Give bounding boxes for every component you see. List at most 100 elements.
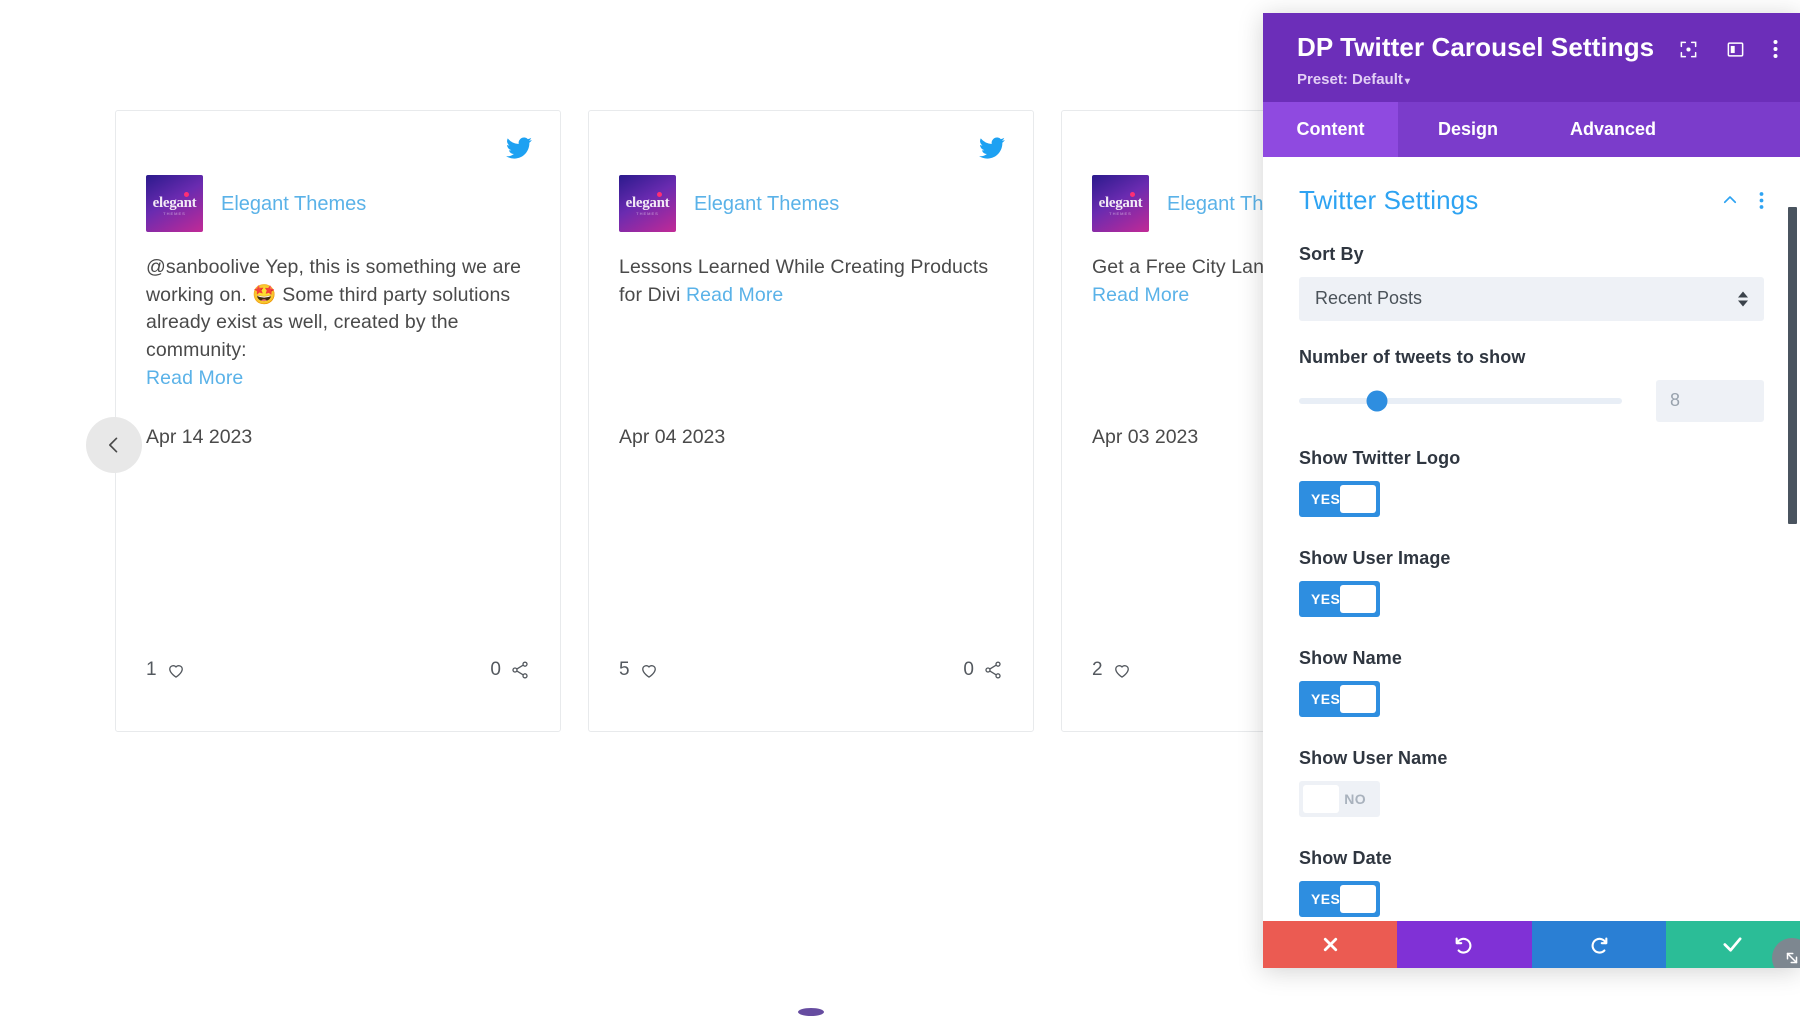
tab-content[interactable]: Content [1263, 102, 1398, 157]
avatar: elegant THEMES [146, 175, 203, 232]
tweet-author-link[interactable]: Elegant Themes [221, 192, 366, 216]
show-user-name-label: Show User Name [1299, 748, 1764, 769]
tweet-date: Apr 03 2023 [1092, 426, 1198, 449]
tab-advanced[interactable]: Advanced [1538, 102, 1688, 157]
avatar-logo-dot [657, 192, 662, 197]
avatar-logo-dot [1130, 192, 1135, 197]
share-icon [510, 660, 530, 680]
toggle-knob [1340, 885, 1376, 913]
modal-header: DP Twitter Carousel Settings Preset: Def… [1263, 13, 1800, 102]
preset-label: Preset: Default [1297, 71, 1403, 88]
like-metric[interactable]: 1 [146, 659, 186, 681]
slider-thumb[interactable] [1366, 390, 1387, 411]
sort-by-label: Sort By [1299, 244, 1764, 265]
like-count: 5 [619, 659, 630, 681]
chevron-down-icon: ▾ [1405, 76, 1410, 87]
number-of-tweets-slider[interactable] [1299, 398, 1622, 404]
module-settings-modal: DP Twitter Carousel Settings Preset: Def… [1263, 13, 1800, 968]
field-sort-by: Sort By Recent Posts [1299, 244, 1764, 321]
heart-icon [1112, 660, 1132, 680]
avatar: elegant THEMES [619, 175, 676, 232]
more-vertical-icon[interactable] [1759, 191, 1764, 210]
modal-scrollbar[interactable] [1788, 207, 1797, 524]
number-of-tweets-label: Number of tweets to show [1299, 347, 1764, 368]
tweet-metrics: 1 0 [146, 659, 530, 681]
avatar-logo-text: elegant [146, 195, 203, 212]
sort-by-select[interactable]: Recent Posts [1299, 277, 1764, 321]
show-date-toggle[interactable]: YES [1299, 881, 1380, 917]
modal-footer [1263, 921, 1800, 968]
cancel-button[interactable] [1263, 921, 1397, 968]
heart-icon [166, 660, 186, 680]
tweet-author-link[interactable]: Elegant Themes [694, 192, 839, 216]
show-user-image-label: Show User Image [1299, 548, 1764, 569]
tweet-author-row: elegant THEMES Elegant Themes [146, 175, 530, 232]
avatar-logo-subtext: THEMES [619, 211, 676, 216]
preset-selector[interactable]: Preset: Default▾ [1297, 71, 1772, 88]
carousel-pagination-dot[interactable] [798, 1008, 824, 1016]
read-more-link[interactable]: Read More [1092, 284, 1189, 306]
tweet-card[interactable]: elegant THEMES Elegant Themes @sanbooliv… [115, 110, 561, 732]
tab-design[interactable]: Design [1398, 102, 1538, 157]
share-icon [983, 660, 1003, 680]
field-show-date: Show Date YES [1299, 848, 1764, 921]
like-count: 2 [1092, 659, 1103, 681]
section-actions [1721, 191, 1764, 210]
toggle-knob [1340, 485, 1376, 513]
field-show-user-name: Show User Name NO [1299, 748, 1764, 822]
avatar-logo-text: elegant [1092, 195, 1149, 212]
show-user-image-toggle[interactable]: YES [1299, 581, 1380, 617]
number-of-tweets-input[interactable] [1656, 380, 1764, 422]
show-twitter-logo-label: Show Twitter Logo [1299, 448, 1764, 469]
share-count: 0 [490, 659, 501, 681]
tweet-text: Lessons Learned While Creating Products … [619, 254, 1003, 309]
show-date-label: Show Date [1299, 848, 1764, 869]
toggle-knob [1340, 585, 1376, 613]
field-number-of-tweets: Number of tweets to show [1299, 347, 1764, 422]
app-root: elegant THEMES Elegant Themes @sanbooliv… [0, 0, 1800, 1016]
tweet-text: @sanboolive Yep, this is something we ar… [146, 254, 530, 392]
read-more-link[interactable]: Read More [686, 284, 783, 306]
field-show-twitter-logo: Show Twitter Logo YES [1299, 448, 1764, 522]
like-count: 1 [146, 659, 157, 681]
toggle-value: NO [1344, 791, 1366, 807]
share-count: 0 [963, 659, 974, 681]
like-metric[interactable]: 2 [1092, 659, 1132, 681]
redo-button[interactable] [1532, 921, 1666, 968]
tweet-card[interactable]: elegant THEMES Elegant Themes Lessons Le… [588, 110, 1034, 732]
chevron-up-icon[interactable] [1721, 191, 1739, 209]
tweet-date: Apr 04 2023 [619, 426, 725, 449]
modal-body: Twitter Settings Sort By Recent Posts [1263, 157, 1800, 921]
focus-target-icon[interactable] [1679, 40, 1698, 59]
tweet-date: Apr 14 2023 [146, 426, 252, 449]
share-metric[interactable]: 0 [963, 659, 1003, 681]
like-metric[interactable]: 5 [619, 659, 659, 681]
tweet-text-content: Lessons Learned While Creating Products … [619, 256, 988, 306]
show-user-name-toggle[interactable]: NO [1299, 781, 1380, 817]
share-metric[interactable]: 0 [490, 659, 530, 681]
heart-icon [639, 660, 659, 680]
section-title: Twitter Settings [1299, 185, 1478, 216]
read-more-link[interactable]: Read More [146, 367, 243, 389]
undo-button[interactable] [1397, 921, 1531, 968]
toggle-value: YES [1311, 591, 1340, 607]
modal-tabs: Content Design Advanced [1263, 102, 1800, 157]
twitter-bird-icon [979, 135, 1005, 161]
twitter-settings-section-header: Twitter Settings [1299, 185, 1764, 216]
tweet-metrics: 5 0 [619, 659, 1003, 681]
more-vertical-icon[interactable] [1773, 39, 1778, 59]
toggle-value: YES [1311, 691, 1340, 707]
sort-by-value: Recent Posts [1315, 288, 1422, 309]
toggle-value: YES [1311, 891, 1340, 907]
show-twitter-logo-toggle[interactable]: YES [1299, 481, 1380, 517]
toggle-knob [1303, 785, 1339, 813]
layout-panel-icon[interactable] [1726, 40, 1745, 59]
select-arrows-icon [1738, 291, 1748, 306]
modal-header-actions [1679, 39, 1778, 59]
show-name-label: Show Name [1299, 648, 1764, 669]
carousel-prev-button[interactable] [86, 417, 142, 473]
toggle-value: YES [1311, 491, 1340, 507]
tweet-author-row: elegant THEMES Elegant Themes [619, 175, 1003, 232]
show-name-toggle[interactable]: YES [1299, 681, 1380, 717]
avatar-logo-subtext: THEMES [146, 211, 203, 216]
